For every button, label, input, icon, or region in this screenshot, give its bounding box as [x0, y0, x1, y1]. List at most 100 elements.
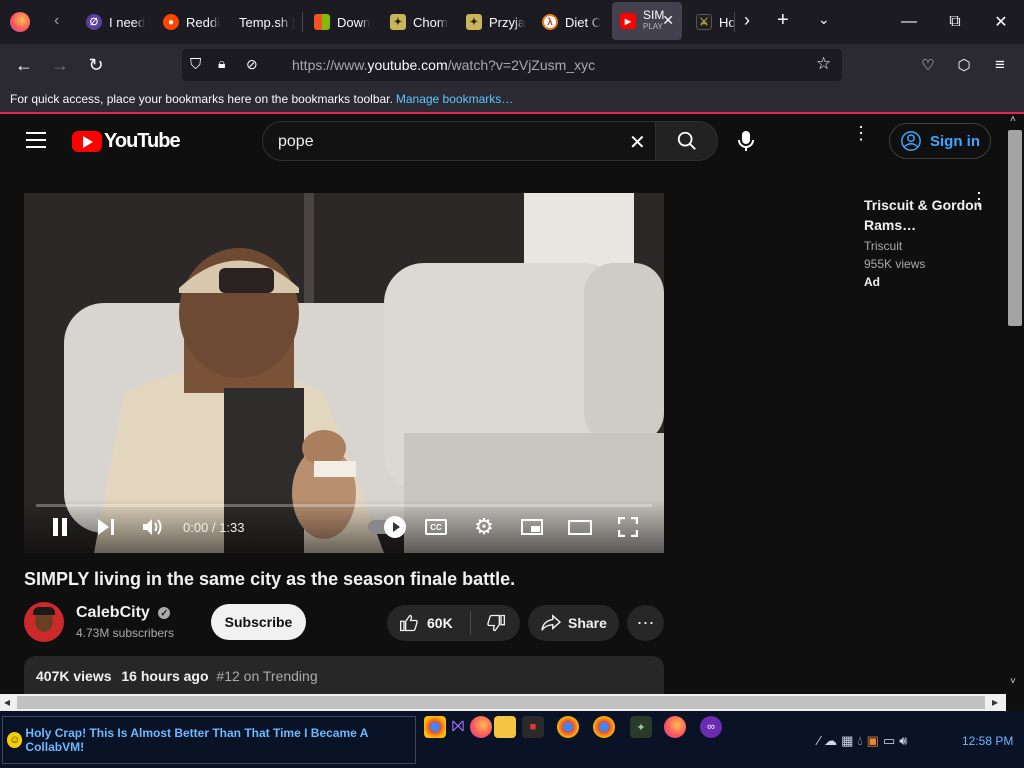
sidebar-ad[interactable]: Triscuit & Gordon Rams… Triscuit 955K vi…: [864, 195, 984, 291]
next-icon[interactable]: [96, 515, 116, 539]
dislike-button[interactable]: [471, 605, 520, 641]
tab-list-left-icon[interactable]: ‹: [54, 12, 59, 30]
manage-bookmarks-link[interactable]: Manage bookmarks…: [396, 92, 513, 106]
progress-bar[interactable]: [36, 504, 652, 507]
minimize-icon[interactable]: —: [886, 0, 932, 44]
firefox-icon-2[interactable]: [664, 716, 686, 738]
share-icon: [541, 614, 562, 631]
search-input[interactable]: pope: [278, 133, 314, 151]
scroll-left-icon[interactable]: ◂: [4, 695, 10, 709]
app-menu-icon[interactable]: ≡: [985, 51, 1015, 79]
tracking-protection-icon[interactable]: ⛉: [190, 56, 201, 73]
ad-title[interactable]: Triscuit & Gordon Rams…: [864, 195, 984, 235]
more-actions-icon[interactable]: ⋯: [627, 605, 664, 641]
tab-simply-active[interactable]: ▶ SIM PLAY ✕: [612, 2, 682, 40]
app-tray-icon[interactable]: ▦: [841, 733, 853, 749]
time-display: 0:00 / 1:33: [183, 520, 245, 535]
voice-search-button[interactable]: [726, 121, 766, 161]
firefox-menu-icon[interactable]: [10, 12, 30, 32]
settings-gear-icon[interactable]: ⚙: [472, 514, 496, 539]
youtube-logo[interactable]: YouTube: [72, 130, 181, 153]
notification-icon[interactable]: ▣: [867, 733, 879, 749]
scroll-up-icon[interactable]: ˄: [1010, 114, 1016, 125]
clear-search-icon[interactable]: ✕: [629, 130, 646, 155]
pause-icon[interactable]: [50, 515, 70, 539]
youtube-play-icon: [72, 131, 102, 152]
reload-icon[interactable]: ↻: [81, 51, 111, 79]
close-window-icon[interactable]: ✕: [978, 0, 1024, 44]
youtube-header: YouTube pope ✕ ⋮ Sign in: [0, 114, 1006, 170]
tab-reddit[interactable]: ● Reddi: [163, 4, 220, 40]
tab-title: Chom: [413, 14, 448, 30]
scroll-right-icon[interactable]: ▸: [992, 695, 998, 709]
url-text[interactable]: https://www.youtube.com/watch?v=2VjZusm_…: [292, 57, 595, 73]
settings-more-icon[interactable]: ⋮: [852, 124, 870, 142]
file-explorer-icon[interactable]: [494, 716, 516, 738]
firefox-icon[interactable]: [470, 716, 492, 738]
description-box[interactable]: 407K views 16 hours ago #12 on Trending: [24, 656, 664, 696]
channel-name[interactable]: CalebCity ✓: [76, 604, 171, 622]
tab-temp-sh[interactable]: Temp.sh |: [239, 4, 295, 40]
back-icon[interactable]: ←: [9, 51, 39, 79]
search-box[interactable]: pope ✕: [262, 121, 656, 161]
vertical-scroll-thumb[interactable]: [1008, 130, 1022, 326]
ad-menu-icon[interactable]: ⋮: [970, 190, 988, 208]
theater-mode-icon[interactable]: [567, 515, 593, 539]
miniplayer-icon[interactable]: [520, 515, 544, 539]
like-button[interactable]: 60K: [387, 605, 469, 641]
visual-studio-icon[interactable]: ⨝: [447, 716, 469, 738]
channel-avatar[interactable]: [24, 602, 64, 642]
share-label: Share: [568, 615, 607, 631]
youtube-wordmark: YouTube: [104, 130, 181, 152]
close-tab-icon[interactable]: ✕: [662, 12, 674, 29]
chrome-icon[interactable]: [424, 716, 446, 738]
scroll-down-icon[interactable]: ˅: [1010, 676, 1016, 687]
autoplay-toggle[interactable]: [366, 515, 406, 539]
chrome-icon-3[interactable]: [593, 716, 615, 738]
permissions-icon[interactable]: ⊘: [246, 56, 258, 73]
pocket-icon[interactable]: ♡: [913, 51, 943, 79]
taskbar-message: ☺ Holy Crap! This Is Almost Better Than …: [2, 716, 416, 764]
tab-scroll-right-icon[interactable]: ›: [744, 10, 750, 31]
tab-chom[interactable]: ✦ Chom: [390, 4, 448, 40]
pen-icon[interactable]: ∕: [818, 733, 820, 749]
video-player[interactable]: 0:00 / 1:33 CC ⚙: [24, 193, 664, 553]
discord-like-icon[interactable]: ∞: [700, 716, 722, 738]
taskbar-message-text: Holy Crap! This Is Almost Better Than Th…: [25, 726, 368, 754]
fullscreen-icon[interactable]: [616, 515, 640, 539]
url-bar[interactable]: ⛉ 🔒︎ ⊘ https://www.youtube.com/watch?v=2…: [182, 49, 842, 81]
share-button[interactable]: Share: [528, 605, 619, 641]
tab-i-need[interactable]: ∅ I need: [86, 4, 145, 40]
new-tab-icon[interactable]: +: [777, 9, 789, 32]
tab-title: SIM: [643, 8, 665, 22]
hamburger-menu-icon[interactable]: [26, 132, 46, 148]
game-app-icon[interactable]: ✦: [630, 716, 652, 738]
captions-icon[interactable]: CC: [424, 515, 448, 539]
taskbar-clock[interactable]: 12:58 PM: [962, 734, 1013, 748]
tab-title: Down: [337, 14, 371, 30]
network-off-icon[interactable]: ☁: [824, 733, 837, 749]
tab-ho[interactable]: ⚔ Ho: [696, 4, 736, 40]
forward-icon[interactable]: →: [45, 51, 75, 79]
lock-icon[interactable]: 🔒︎: [218, 55, 225, 72]
tab-down[interactable]: Down: [314, 4, 370, 40]
volume-icon[interactable]: [142, 515, 164, 539]
drop-icon[interactable]: 💧︎: [857, 733, 862, 749]
like-dislike-group: 60K: [387, 605, 520, 641]
tab-diet[interactable]: λ Diet C: [542, 4, 601, 40]
subscribe-button[interactable]: Subscribe: [211, 604, 306, 640]
chrome-icon-2[interactable]: [557, 716, 579, 738]
display-icon[interactable]: ▭: [883, 733, 895, 749]
search-button[interactable]: [655, 121, 718, 161]
bookmark-star-icon[interactable]: ☆: [816, 54, 831, 74]
media-app-icon[interactable]: ■: [522, 716, 544, 738]
volume-tray-icon[interactable]: 🔊︎: [899, 733, 907, 749]
ad-views: 955K views: [864, 257, 926, 271]
extensions-icon[interactable]: ⬡: [949, 51, 979, 79]
tab-przyja[interactable]: ✦ Przyja: [466, 4, 525, 40]
horizontal-scroll-thumb[interactable]: [17, 696, 985, 709]
sign-in-button[interactable]: Sign in: [889, 123, 991, 159]
list-all-tabs-icon[interactable]: ⌄: [818, 11, 830, 28]
restore-icon[interactable]: ⧉: [932, 0, 978, 44]
trending-rank[interactable]: #12 on Trending: [216, 668, 317, 684]
